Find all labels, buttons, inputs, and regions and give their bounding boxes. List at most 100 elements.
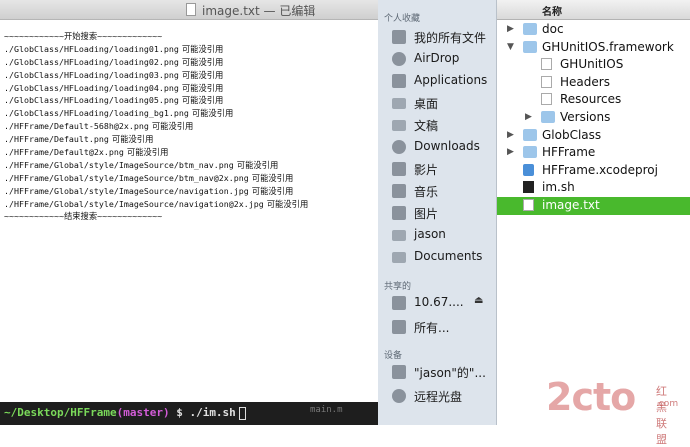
file-name: Versions (560, 110, 611, 124)
list-item[interactable]: im.sh (497, 179, 690, 197)
sidebar-item-optical-disc[interactable]: 远程光盘 (378, 385, 497, 407)
sidebar-item-label: "jason"的"... (414, 366, 486, 380)
finder-sidebar: 个人收藏 共享的 设备 我的所有文件 AirDrop Applications 桌面文… (378, 0, 497, 425)
textedit-window: image.txt — 已编辑 ~~~~~~~~~~~~开始搜索~~~~~~~~… (0, 0, 378, 425)
text-line-path: ./HFFrame/Global/style/ImageSource/navig… (4, 198, 264, 209)
sidebar-item-label: Documents (414, 249, 483, 263)
watermark-url: .com (656, 399, 679, 409)
file-name: GHUnitIOS (560, 57, 624, 72)
sidebar-item-network[interactable]: 所有... (378, 316, 497, 338)
list-item[interactable]: ▶ Versions (497, 109, 690, 127)
folder-icon (523, 146, 537, 159)
name-column-header[interactable]: 名称 (497, 0, 690, 20)
text-line-path: ./GlobClass/HFLoading/loading02.png (4, 56, 179, 67)
file-name: GHUnitIOS.framework (542, 39, 674, 54)
terminal-prompt: ~/Desktop/HFFrame(master) $ ./im.sh (4, 406, 246, 420)
list-item[interactable]: Resources (497, 91, 690, 109)
file-icon (541, 93, 552, 106)
list-item[interactable]: Headers (497, 74, 690, 92)
text-line-path: ./HFFrame/Default.png (4, 134, 109, 145)
sidebar-item-airdrop[interactable]: AirDrop (378, 48, 497, 70)
list-item[interactable]: image.txt (497, 197, 690, 215)
sidebar-item-label: 文稿 (414, 119, 439, 133)
watermark-logo: 2cto (546, 375, 636, 419)
file-icon (541, 58, 552, 71)
sidebar-item-documents[interactable]: 文稿 (378, 114, 497, 136)
text-line-path: ./GlobClass/HFLoading/loading03.png (4, 69, 179, 80)
text-line-note: 可能没引用 (181, 43, 224, 54)
airdrop-icon (392, 52, 406, 66)
server-icon (392, 296, 406, 310)
xcode-icon (523, 163, 534, 176)
sidebar-item-server[interactable]: 10.67.... ⏏ (378, 292, 497, 314)
text-line: ~~~~~~~~~~~~结束搜索~~~~~~~~~~~~~ (4, 210, 308, 223)
watermark-text: 红黑联盟 (656, 385, 667, 446)
sidebar-item-label: 所有... (414, 321, 450, 335)
pictures-icon (392, 206, 406, 220)
disclosure-closed-icon[interactable]: ▶ (507, 24, 514, 34)
text-line-note: 可能没引用 (181, 95, 224, 106)
text-line: ./HFFrame/Global/style/ImageSource/navig… (4, 185, 308, 198)
textedit-titlebar[interactable]: image.txt — 已编辑 (0, 0, 378, 20)
sidebar-item-label: jason (414, 227, 446, 241)
text-line: ./HFFrame/Global/style/ImageSource/btm_n… (4, 172, 308, 185)
prompt-path: ~/Desktop/HFFrame (4, 406, 117, 419)
folder-icon (541, 111, 555, 123)
text-document-body[interactable]: ~~~~~~~~~~~~开始搜索~~~~~~~~~~~~~ ./GlobClass… (4, 30, 308, 223)
sidebar-item-label: Applications (414, 73, 488, 87)
list-item[interactable]: ▼ GHUnitIOS.framework (497, 39, 690, 57)
sidebar-item-all-files[interactable]: 我的所有文件 (378, 26, 497, 48)
list-item[interactable]: HFFrame.xcodeproj (497, 162, 690, 180)
list-item[interactable]: ▶ GlobClass (497, 127, 690, 145)
sidebar-item-home[interactable]: jason (378, 224, 497, 246)
text-line: ./HFFrame/Default.png 可能没引用 (4, 133, 308, 146)
sidebar-item-movies[interactable]: 影片 (378, 158, 497, 180)
folder-icon (523, 40, 537, 53)
sidebar-item-label: AirDrop (414, 51, 460, 65)
disclosure-open-icon[interactable]: ▼ (507, 42, 514, 52)
sidebar-item-downloads[interactable]: Downloads (378, 136, 497, 158)
sidebar-item-music[interactable]: 音乐 (378, 180, 497, 202)
text-line-note: 可能没引用 (191, 108, 234, 119)
desktop-icon (392, 98, 406, 109)
disclosure-closed-icon[interactable]: ▶ (525, 112, 532, 122)
file-name: im.sh (542, 180, 575, 195)
sidebar-item-applications[interactable]: Applications (378, 70, 497, 92)
file-name: HFFrame (542, 145, 596, 160)
prompt-branch: (master) (116, 406, 170, 419)
sidebar-item-disk[interactable]: "jason"的"... (378, 361, 497, 383)
list-item[interactable]: ▶ HFFrame (497, 144, 690, 162)
prompt-command: $ ./im.sh (169, 406, 236, 419)
movies-icon (392, 162, 406, 176)
text-line-note: 可能没引用 (181, 82, 224, 93)
text-line-path: ~~~~~~~~~~~~开始搜索~~~~~~~~~~~~~ (4, 31, 163, 41)
disclosure-closed-icon[interactable]: ▶ (507, 130, 514, 140)
sidebar-item-label: Downloads (414, 139, 480, 153)
finder-file-list: 名称 ▶ doc ▼ GHUnitIOS.framework GHUnitIOS Head… (497, 0, 690, 425)
home-icon (392, 230, 406, 241)
text-line-path: ./HFFrame/Global/style/ImageSource/navig… (4, 185, 249, 196)
list-item[interactable]: GHUnitIOS (497, 56, 690, 74)
window-title: image.txt — 已编辑 (202, 4, 316, 18)
text-line: ./HFFrame/Default@2x.png 可能没引用 (4, 146, 308, 159)
terminal-window[interactable]: ~/Desktop/HFFrame(master) $ ./im.sh main… (0, 402, 378, 425)
favorites-header: 个人收藏 (384, 14, 421, 24)
document-proxy-icon[interactable] (186, 3, 196, 16)
text-line-path: ./GlobClass/HFLoading/loading_bg1.png (4, 108, 189, 119)
text-line-path: ./HFFrame/Default-568h@2x.png (4, 121, 149, 132)
applications-icon (392, 74, 406, 88)
music-icon (392, 184, 406, 198)
sidebar-item-desktop[interactable]: 桌面 (378, 92, 497, 114)
text-line-path: ~~~~~~~~~~~~结束搜索~~~~~~~~~~~~~ (4, 211, 163, 222)
folder-icon (392, 252, 406, 263)
disclosure-closed-icon[interactable]: ▶ (507, 147, 514, 157)
text-line-note: 可能没引用 (181, 69, 224, 80)
text-line: ./HFFrame/Global/style/ImageSource/navig… (4, 198, 308, 211)
sidebar-item-pictures[interactable]: 图片 (378, 202, 497, 224)
list-item[interactable]: ▶ doc (497, 21, 690, 39)
text-line-path: ./GlobClass/HFLoading/loading01.png (4, 43, 179, 54)
eject-icon[interactable]: ⏏ (474, 295, 483, 306)
sidebar-item-folder[interactable]: Documents (378, 246, 497, 268)
documents-icon (392, 120, 406, 131)
file-name: image.txt (542, 198, 600, 212)
